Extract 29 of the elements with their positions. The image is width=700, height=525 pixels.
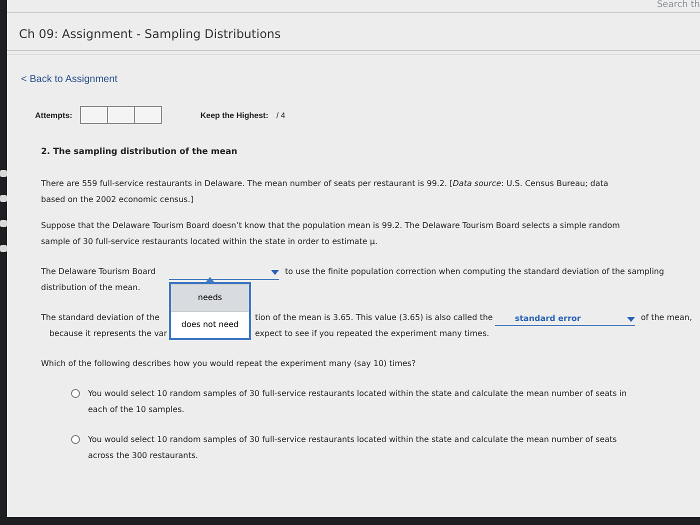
question-prompt: Which of the following describes how you would repeat the experiment many (say 10) times? xyxy=(41,358,417,370)
radio-button[interactable] xyxy=(71,435,80,444)
score-text: / 4 xyxy=(276,110,286,120)
attempts-label: Attempts: xyxy=(35,110,72,120)
caret-icon xyxy=(271,270,279,275)
sidebar-icon[interactable] xyxy=(0,220,7,227)
sentence-text: of the mean, xyxy=(640,312,692,324)
choice-text: You would select 10 random samples of 30 full-service restaurants located within the state and calculate the mean number of seats in each of the 10 samples. xyxy=(88,388,628,416)
sentence-text: The Delaware Tourism Board xyxy=(41,266,157,278)
back-link[interactable]: < Back to Assignment xyxy=(21,74,118,85)
caret-icon xyxy=(626,316,635,322)
sidebar-icon[interactable] xyxy=(0,170,7,177)
assignment-title: Ch 09: Assignment - Sampling Distributions xyxy=(19,27,281,41)
dropdown-option[interactable]: needs xyxy=(171,284,249,311)
choice-text: You would select 10 random samples of 30 full-service restaurants located within the state and calculate the mean number of seats across the 300 restaurants. xyxy=(88,434,618,462)
question-title: 2. The sampling distribution of the mean xyxy=(41,146,238,159)
radio-button[interactable] xyxy=(71,389,80,398)
sentence-text: expect to see if you repeated the experiment many times. xyxy=(255,328,490,340)
question-paragraph: There are 559 full-service restaurants in Delaware. The mean number of seats per restaurant is 99.2. [Data source: U.S. Census Bureau; data based on the 2002 economic census.] xyxy=(41,178,610,206)
keep-highest-label: Keep the Highest: xyxy=(200,110,268,120)
sentence-text: to use the finite population correction when computing the standard deviation of the sampling xyxy=(285,266,664,278)
question-paragraph: Suppose that the Delaware Tourism Board doesn’t know that the population mean is 99.2. The Delaware Tourism Board selects a simple random sample of 30 full-service restaurants located within the state in order to estimate μ. xyxy=(41,220,621,248)
sidebar-icon[interactable] xyxy=(0,195,7,202)
sentence-text: because it represents the var xyxy=(48,328,167,340)
sentence-text: The standard deviation of the xyxy=(41,312,161,324)
sentence-text: tion of the mean is 3.65. This value (3.65) is also called the xyxy=(255,312,493,324)
sentence-text: distribution of the mean. xyxy=(41,282,140,294)
answer-dropdown[interactable]: standard error xyxy=(494,313,635,326)
sidebar-icon[interactable] xyxy=(0,245,7,252)
